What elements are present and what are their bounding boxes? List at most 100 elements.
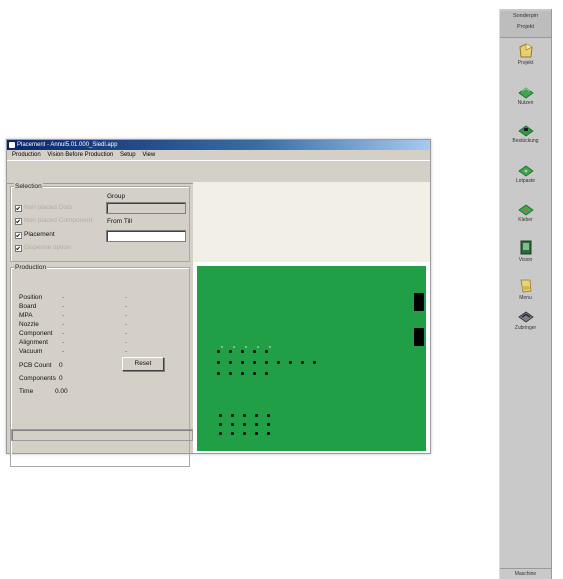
row-nozzle-value: - xyxy=(62,321,65,328)
assembly-icon xyxy=(517,125,534,137)
placement-window: Placement - Annul5.01.000_Siedl.app Prod… xyxy=(6,139,431,467)
component-dot xyxy=(229,372,232,375)
component-dot xyxy=(219,423,222,426)
toolbar-item-menu[interactable]: Menu xyxy=(500,277,551,302)
component-dot xyxy=(217,372,220,375)
toolbar-item-zubringer[interactable]: Zubringer xyxy=(500,309,551,332)
row-vacuum-value: - xyxy=(62,348,65,355)
component-dot xyxy=(253,361,256,364)
toolbar-item-nutzen[interactable]: Nutzen xyxy=(500,84,551,107)
from-till-label: From Till xyxy=(107,218,132,225)
pcb-viewer[interactable] xyxy=(193,182,430,453)
row-vacuum-value-2: - xyxy=(125,348,128,355)
checkbox-dispense-option[interactable] xyxy=(15,245,22,252)
panel-icon xyxy=(517,87,534,99)
toolbar-item-kleber[interactable]: Kleber xyxy=(500,201,551,224)
adhesive-icon xyxy=(517,204,534,216)
feeder-icon xyxy=(517,311,534,323)
components-label: Components xyxy=(19,375,56,382)
window-title: Placement - Annul5.01.000_Siedl.app xyxy=(17,142,118,148)
menu-icon xyxy=(520,279,531,293)
left-panel: Selection Group Non placed Dots Non plac… xyxy=(7,182,193,467)
toolbar-item-nutzen-label: Nutzen xyxy=(517,100,534,106)
pcb-board[interactable] xyxy=(197,266,426,451)
toolbar-item-kleber-label: Kleber xyxy=(518,217,533,223)
group-field[interactable] xyxy=(106,202,186,214)
viewer-background xyxy=(193,182,430,262)
toolbar-item-vision-label: Vision xyxy=(518,257,533,263)
component-dot xyxy=(277,361,280,364)
row-position-value: - xyxy=(62,294,65,301)
group-label: Group xyxy=(107,193,126,200)
checkbox-placement[interactable] xyxy=(15,232,22,239)
time-label: Time xyxy=(19,388,34,395)
toolbar-item-lotpaste-label: Lotpaste xyxy=(515,178,536,184)
component-dot xyxy=(245,346,247,348)
side-toolbar-footer: Maschine xyxy=(500,568,551,579)
component-dot xyxy=(253,350,256,353)
vision-icon xyxy=(520,240,531,255)
component-dot xyxy=(219,432,222,435)
row-alignment-label: Alignment xyxy=(19,339,48,346)
toolbar-item-zubringer-label: Zubringer xyxy=(514,325,537,331)
component-dot xyxy=(229,361,232,364)
component-dot xyxy=(313,361,316,364)
components-value: 0 xyxy=(59,375,63,382)
row-nozzle-label: Nozzle xyxy=(19,321,39,328)
toolbar-item-vision[interactable]: Vision xyxy=(500,239,551,264)
reset-button[interactable]: Reset xyxy=(122,357,164,371)
menu-setup[interactable]: Setup xyxy=(120,152,136,158)
toolbar-item-lotpaste[interactable]: Lotpaste xyxy=(500,162,551,185)
component-dot xyxy=(265,361,268,364)
checkbox-non-placed-dots[interactable] xyxy=(15,205,22,212)
app-icon xyxy=(9,142,15,148)
menu-view[interactable]: View xyxy=(142,152,155,158)
checkbox-non-placed-component-label: Non placed Component xyxy=(24,217,93,224)
side-toolbar-title: Sonderpin xyxy=(512,13,539,19)
toolbar-item-bestueckung[interactable]: Bestückung xyxy=(500,122,551,145)
row-vacuum-label: Vacuum xyxy=(19,348,43,355)
side-toolbar: Sonderpin Projekt Projekt Nutzen Bestück… xyxy=(499,9,552,579)
pcb-pad-upper xyxy=(414,293,424,311)
component-dot xyxy=(253,372,256,375)
menu-production[interactable]: Production xyxy=(12,152,41,158)
row-component-label: Component xyxy=(19,330,53,337)
checkbox-non-placed-component[interactable] xyxy=(15,218,22,225)
component-dot xyxy=(243,423,246,426)
row-component-value: - xyxy=(62,330,65,337)
component-dot xyxy=(231,423,234,426)
row-alignment-value-2: - xyxy=(125,339,128,346)
component-dot xyxy=(231,414,234,417)
from-till-field[interactable] xyxy=(106,230,186,242)
component-dot xyxy=(265,372,268,375)
component-dot xyxy=(233,346,235,348)
side-toolbar-header: Sonderpin Projekt xyxy=(500,11,551,38)
component-dot xyxy=(289,361,292,364)
row-board-value: - xyxy=(62,303,65,310)
component-dot xyxy=(267,414,270,417)
pcb-count-label: PCB Count xyxy=(19,362,52,369)
component-dot xyxy=(257,346,259,348)
row-nozzle-value-2: - xyxy=(125,321,128,328)
row-alignment-value: - xyxy=(62,339,65,346)
pcb-count-value: 0 xyxy=(59,362,63,369)
component-dot xyxy=(255,414,258,417)
row-position-label: Position xyxy=(19,294,43,301)
time-value: 0.00 xyxy=(55,388,68,395)
toolbar-item-projekt[interactable]: Projekt xyxy=(500,42,551,67)
menu-vision-before-production[interactable]: Vision Before Production xyxy=(47,152,113,158)
menu-bar: Production Vision Before Production Setu… xyxy=(7,150,430,160)
status-bar xyxy=(11,429,193,441)
component-dot xyxy=(231,432,234,435)
window-titlebar[interactable]: Placement - Annul5.01.000_Siedl.app xyxy=(7,140,430,150)
checkbox-non-placed-dots-label: Non placed Dots xyxy=(24,204,73,211)
row-mpa-label: MPA xyxy=(19,312,33,319)
production-title: Production xyxy=(14,264,48,271)
component-dot xyxy=(301,361,304,364)
toolbar-item-menu-label: Menu xyxy=(519,295,532,301)
toolbar-item-bestueckung-label: Bestückung xyxy=(512,138,539,144)
toolbar-item-projekt-label: Projekt xyxy=(517,60,534,66)
component-dot xyxy=(221,346,223,348)
component-dot xyxy=(243,432,246,435)
checkbox-dispense-option-label: Dispense option xyxy=(24,244,71,251)
